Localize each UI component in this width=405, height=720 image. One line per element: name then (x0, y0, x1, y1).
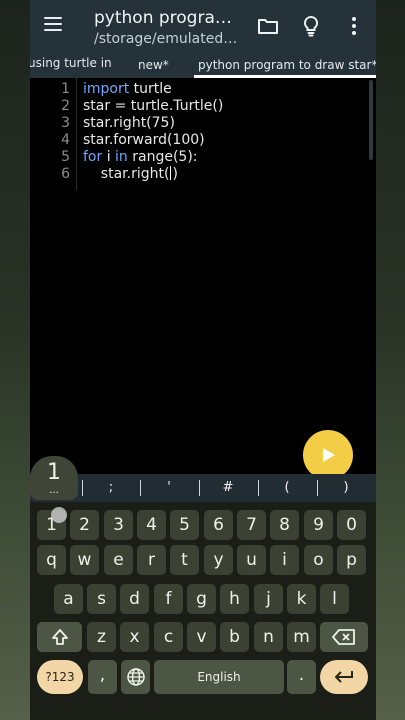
key-2[interactable]: 2 (70, 510, 99, 540)
play-icon (323, 448, 335, 462)
tab-python-program-star[interactable]: python program to draw star* (194, 52, 376, 78)
key-b[interactable]: b (220, 622, 249, 652)
key-k[interactable]: k (287, 584, 316, 614)
key-y[interactable]: y (204, 545, 233, 575)
key-e[interactable]: e (104, 545, 133, 575)
key-n[interactable]: n (254, 622, 283, 652)
file-path: /storage/emulated… (94, 31, 238, 47)
key-c[interactable]: c (154, 622, 183, 652)
key-h[interactable]: h (220, 584, 249, 614)
shift-key[interactable] (37, 622, 82, 652)
code-text: i (102, 149, 116, 165)
line-number: 1 (61, 81, 70, 97)
period-key[interactable]: . (287, 660, 316, 694)
key-o[interactable]: o (304, 545, 333, 575)
key-7[interactable]: 7 (237, 510, 266, 540)
key-z[interactable]: z (87, 622, 116, 652)
code-line: star.right() (83, 166, 178, 182)
key-preview-popup: 1 ... (30, 456, 78, 500)
symbol-key-quote[interactable]: ' (141, 478, 197, 498)
key-5[interactable]: 5 (170, 510, 199, 540)
tab-new[interactable]: new* (138, 52, 169, 78)
line-number: 5 (61, 149, 70, 165)
keyword: in (115, 149, 128, 165)
key-j[interactable]: j (254, 584, 283, 614)
line-number-gutter: 1 2 3 4 5 6 (30, 78, 77, 190)
keyword: for (83, 149, 103, 165)
code-text: star.right( (83, 166, 170, 182)
touch-indicator (51, 507, 67, 523)
key-x[interactable]: x (120, 622, 149, 652)
phone-screen: python progra… /storage/emulated… using … (30, 0, 376, 720)
editor-scrollbar[interactable] (369, 80, 373, 160)
enter-icon (335, 671, 353, 683)
more-vert-icon[interactable] (342, 14, 366, 38)
code-line: star.forward(100) (83, 132, 205, 148)
code-editor[interactable]: 1 2 3 4 5 6 import turtle star = turtle.… (30, 78, 376, 473)
space-bar[interactable]: English (154, 660, 284, 694)
key-v[interactable]: v (187, 622, 216, 652)
comma-key[interactable]: , (88, 660, 117, 694)
key-q[interactable]: q (37, 545, 66, 575)
line-number: 4 (61, 132, 70, 148)
shift-icon (51, 629, 68, 645)
key-i[interactable]: i (270, 545, 299, 575)
symbol-key-hash[interactable]: # (200, 478, 256, 498)
symbol-key-close-paren[interactable]: ) (318, 478, 374, 498)
line-number: 6 (61, 166, 70, 182)
key-3[interactable]: 3 (104, 510, 133, 540)
menu-icon[interactable] (44, 17, 62, 33)
key-0[interactable]: 0 (337, 510, 366, 540)
key-6[interactable]: 6 (204, 510, 233, 540)
key-m[interactable]: m (287, 622, 316, 652)
key-4[interactable]: 4 (137, 510, 166, 540)
key-r[interactable]: r (137, 545, 166, 575)
key-8[interactable]: 8 (270, 510, 299, 540)
code-line: star.right(75) (83, 115, 175, 131)
key-d[interactable]: d (120, 584, 149, 614)
symbol-key-semicolon[interactable]: ; (83, 478, 139, 498)
key-t[interactable]: t (170, 545, 199, 575)
backspace-key[interactable] (320, 622, 368, 652)
tab-using-turtle[interactable]: using turtle in (30, 50, 112, 76)
app-toolbar: python progra… /storage/emulated… (30, 0, 376, 52)
language-key[interactable] (121, 660, 150, 694)
run-button[interactable] (303, 430, 353, 480)
line-number: 2 (61, 98, 70, 114)
code-line: for i in range(5): (83, 149, 198, 165)
file-title: python progra… (94, 8, 232, 28)
file-tabs: using turtle in new* python program to d… (30, 52, 376, 78)
folder-icon[interactable] (256, 14, 280, 38)
backspace-icon (332, 629, 355, 645)
left-backdrop (0, 0, 30, 720)
key-p[interactable]: p (337, 545, 366, 575)
lightbulb-icon[interactable] (299, 14, 323, 38)
code-line: star = turtle.Turtle() (83, 98, 224, 114)
key-preview-more: ... (49, 485, 59, 496)
line-number: 3 (61, 115, 70, 131)
soft-keyboard: 1 2 3 4 5 6 7 8 9 0 q w e r t y u i o p … (30, 502, 376, 720)
key-s[interactable]: s (87, 584, 116, 614)
code-text: ) (172, 166, 178, 182)
globe-icon (126, 668, 145, 686)
key-w[interactable]: w (70, 545, 99, 575)
key-a[interactable]: a (54, 584, 83, 614)
keyword: import (83, 81, 130, 97)
key-u[interactable]: u (237, 545, 266, 575)
right-backdrop (375, 0, 405, 720)
code-line: import turtle (83, 81, 172, 97)
enter-key[interactable] (320, 660, 368, 694)
key-f[interactable]: f (154, 584, 183, 614)
code-text: range(5): (127, 149, 198, 165)
key-9[interactable]: 9 (304, 510, 333, 540)
code-text: turtle (129, 81, 172, 97)
key-l[interactable]: l (320, 584, 349, 614)
symbol-key-open-paren[interactable]: ( (259, 478, 315, 498)
symbols-key[interactable]: ?123 (37, 660, 83, 694)
symbol-bar: : ; ' # ( ) (30, 474, 376, 502)
key-g[interactable]: g (187, 584, 216, 614)
